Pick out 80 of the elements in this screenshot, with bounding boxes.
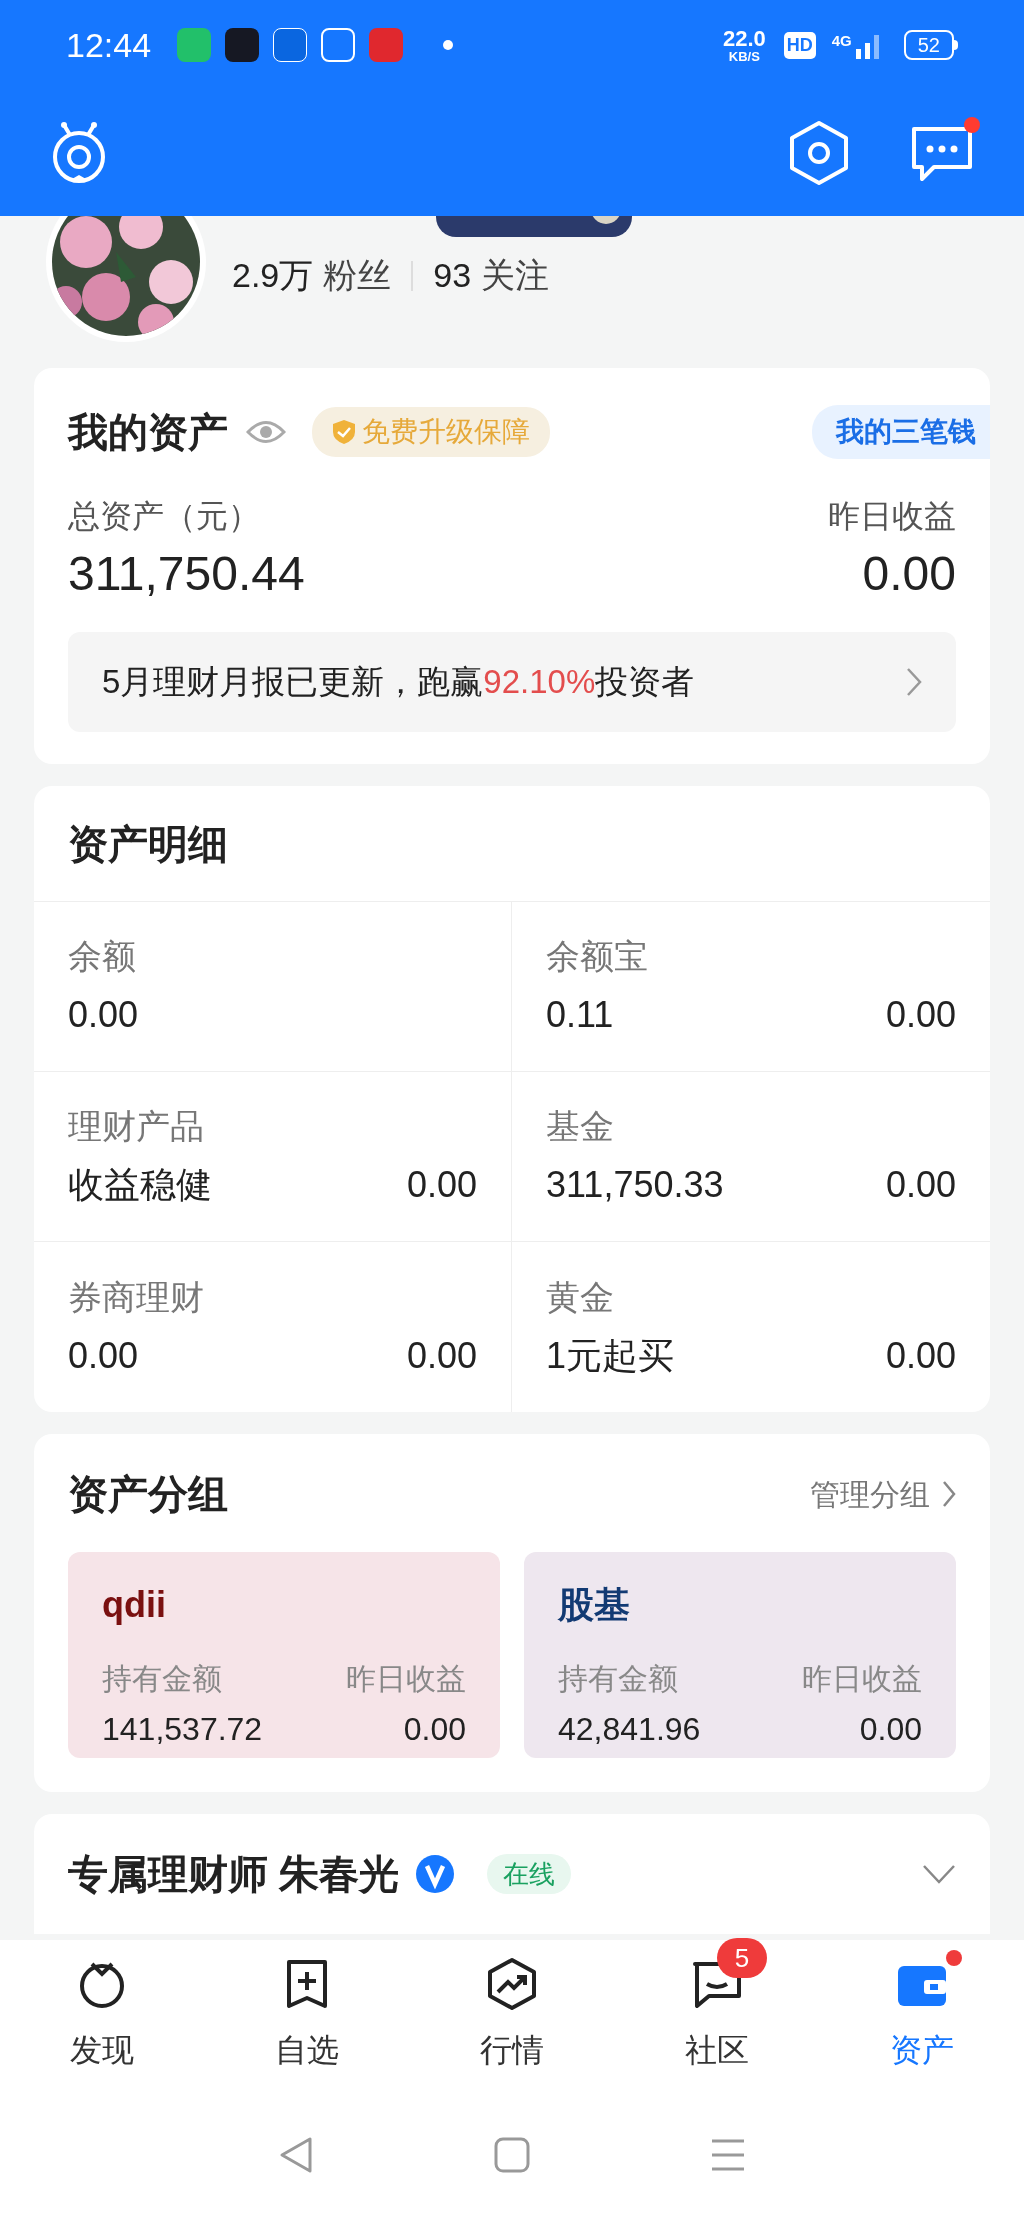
yesterday-earnings-value: 0.00 [862,546,956,602]
asset-detail-cell[interactable]: 黄金 1元起买 0.00 [512,1242,990,1412]
nav-tab[interactable]: 行情 [409,1940,615,2090]
asset-detail-label: 黄金 [546,1276,614,1318]
asset-group-card[interactable]: 股基 持有金额 昨日收益 42,841.96 0.00 [524,1552,956,1758]
app-icon [369,28,404,62]
hd-indicator: HD [783,31,816,59]
battery-level: 52 [903,30,954,60]
group-name: 股基 [558,1583,630,1627]
chevron-right-icon [942,1480,956,1508]
asset-detail-value: 1元起买 [546,1333,675,1378]
app-icon [273,28,308,62]
yesterday-earnings-value: 0.00 [859,1710,922,1749]
app-icon [177,28,212,62]
yesterday-earnings-label: 昨日收益 [346,1661,466,1697]
card-title: 我的资产 [68,409,228,456]
asset-detail-cell[interactable]: 券商理财 0.00 0.00 [34,1242,512,1412]
holding-label: 持有金额 [102,1661,222,1697]
network-speed-unit: KB/S [728,49,760,63]
nav-tab[interactable]: 资产 [819,1940,1024,2090]
advisor-title: 专属理财师 朱春光 [68,1851,400,1898]
clock-time: 12:44 [66,24,152,66]
asset-detail-label: 基金 [546,1106,614,1147]
home-icon[interactable] [494,2136,530,2173]
network-type: 4G [831,31,852,51]
yesterday-earnings-label: 昨日收益 [828,497,956,536]
following-count: 93 [433,255,472,296]
holding-label: 持有金额 [558,1661,678,1697]
yesterday-earnings-label: 昨日收益 [802,1661,922,1697]
asset-detail-label: 券商理财 [68,1276,204,1318]
shield-icon [332,419,356,445]
manage-groups-link[interactable]: 管理分组 [810,1471,956,1517]
holding-value: 42,841.96 [558,1710,701,1749]
eye-icon[interactable] [246,419,286,445]
asset-detail-cell[interactable]: 理财产品 收益稳健 0.00 [34,1072,512,1242]
asset-detail-label: 余额 [68,936,136,977]
back-icon[interactable] [278,2135,314,2174]
network-speed: 22.0 [722,27,766,50]
asset-detail-label: 余额宝 [546,936,648,977]
holding-value: 141,537.72 [102,1710,263,1749]
chevron-down-icon[interactable] [922,1864,956,1884]
online-status-badge: 在线 [487,1854,572,1894]
asset-detail-earnings: 0.00 [406,1163,477,1207]
chevron-right-icon [906,667,922,697]
monthly-report-banner[interactable]: 5月理财月报已更新，跑赢92.10%投资者 [68,632,956,732]
app-icon [321,28,356,62]
asset-detail-value: 0.11 [546,993,614,1037]
followers-count: 2.9万 [232,255,314,296]
asset-detail-value: 收益稳健 [68,1163,212,1207]
total-assets-value: 311,750.44 [68,546,305,602]
menu-icon[interactable] [710,2137,746,2172]
monkey-logo-icon [50,121,108,185]
monthly-report-text: 5月理财月报已更新，跑赢92.10%投资者 [102,662,696,703]
followers-label: 粉丝 [323,255,392,296]
asset-detail-earnings: 0.00 [885,1333,956,1378]
asset-detail-earnings: 0.00 [885,1163,956,1207]
asset-detail-earnings: 0.00 [885,993,956,1037]
asset-detail-cell[interactable]: 余额 0.00 [34,902,512,1072]
yesterday-earnings-value: 0.00 [403,1710,466,1749]
asset-detail-value: 0.00 [68,1333,139,1378]
nav-tab[interactable]: 发现 [0,1940,205,2090]
group-name: qdii [102,1583,166,1627]
card-title: 资产明细 [68,820,228,868]
nav-tab[interactable]: 自选 [204,1940,410,2090]
asset-group-card[interactable]: qdii 持有金额 昨日收益 141,537.72 0.00 [68,1552,500,1758]
unread-count-badge: 5 [716,1938,768,1978]
nav-tab[interactable]: 5 社区 [614,1940,820,2090]
asset-detail-earnings: 0.00 [406,1333,477,1378]
battery-tip-icon [954,40,958,50]
asset-detail-label: 理财产品 [68,1106,204,1147]
asset-detail-cell[interactable]: 余额宝 0.11 0.00 [512,902,990,1072]
card-title: 资产分组 [68,1471,228,1518]
three-money-link[interactable]: 我的三笔钱 [812,405,990,459]
asset-detail-value: 0.00 [68,993,139,1037]
asset-detail-cell[interactable]: 基金 311,750.33 0.00 [512,1072,990,1242]
settings-icon[interactable] [788,120,850,186]
total-assets-label: 总资产（元） [68,497,261,536]
following-label: 关注 [481,255,550,296]
app-icon [225,28,260,62]
asset-detail-value: 311,750.33 [546,1163,724,1207]
